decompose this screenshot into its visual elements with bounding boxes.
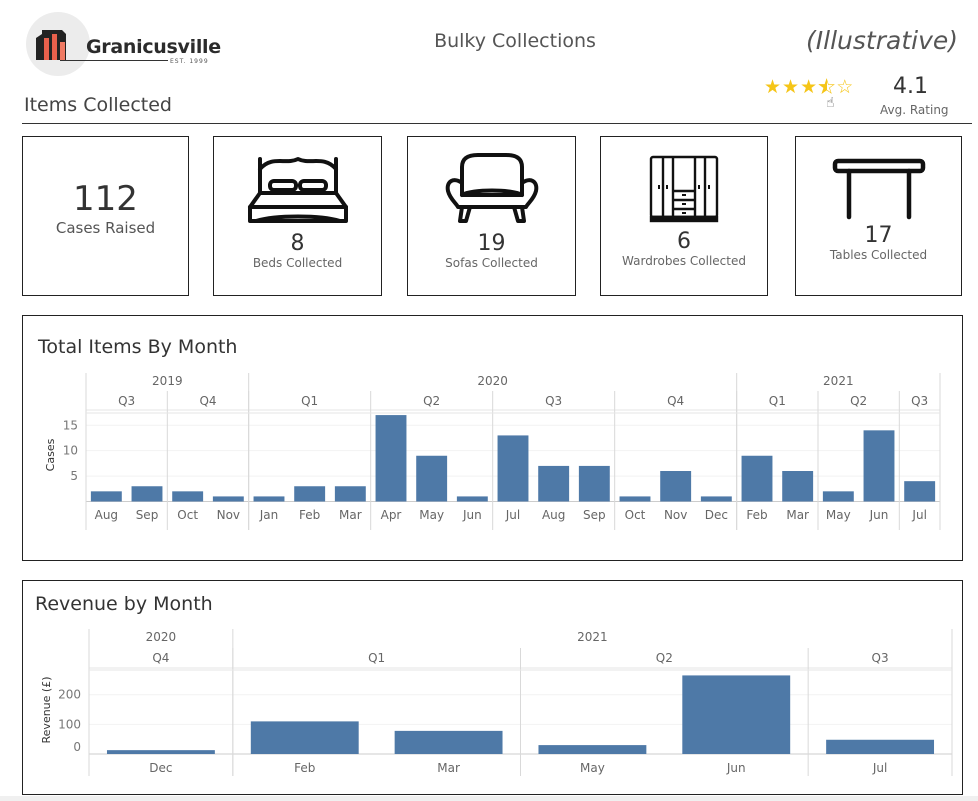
bar: [826, 739, 935, 754]
bar: [106, 750, 215, 754]
bar: [250, 721, 359, 754]
quarter-label: Q4: [152, 651, 169, 665]
x-tick-label: Mar: [437, 761, 460, 775]
year-label: 2020: [146, 630, 177, 644]
x-tick-label: Jul: [872, 761, 887, 775]
y-axis-label: Revenue (£): [40, 677, 53, 744]
quarter-label: Q2: [656, 651, 673, 665]
x-tick-label: Jun: [726, 761, 746, 775]
y-tick-label: 200: [58, 688, 81, 702]
bar: [682, 675, 791, 754]
bar: [538, 745, 647, 754]
x-tick-label: May: [580, 761, 605, 775]
bar: [394, 730, 503, 754]
x-tick-label: Feb: [294, 761, 315, 775]
quarter-label: Q1: [368, 651, 385, 665]
x-tick-label: Dec: [149, 761, 172, 775]
quarter-label: Q3: [872, 651, 889, 665]
y-tick-label: 0: [73, 740, 81, 754]
year-label: 2021: [577, 630, 608, 644]
footer-strip: [0, 796, 978, 801]
revenue-chart: 0 100 200 Revenue (£) Q4 Q1 Q2 Q3 2020 2021 Dec Feb…: [40, 629, 953, 776]
y-tick-label: 100: [58, 717, 81, 731]
